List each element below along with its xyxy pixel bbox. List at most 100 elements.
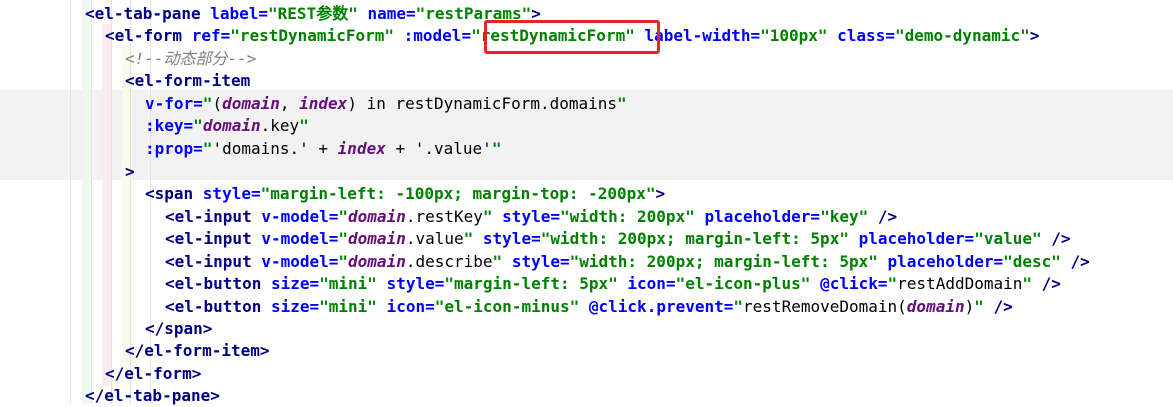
- code-token: ": [974, 297, 984, 316]
- code-token: ): [964, 297, 975, 316]
- code-token: :key=: [145, 116, 194, 135]
- code-token: (: [212, 94, 223, 113]
- code-token: style=: [482, 229, 541, 248]
- code-token: v-model=: [261, 229, 339, 248]
- code-token: index: [337, 139, 386, 158]
- code-token: "mini": [319, 297, 377, 316]
- code-token: "el-icon-plus": [675, 274, 811, 293]
- annotation-highlight-box: [484, 20, 660, 54]
- code-token: />: [1032, 274, 1061, 293]
- code-token: .value: [405, 229, 464, 248]
- code-token: .describe: [405, 252, 493, 271]
- code-token: domain: [906, 297, 965, 316]
- code-token: "width: 200px; margin-left: 5px": [569, 252, 878, 271]
- code-token: ": [338, 229, 349, 248]
- code-token: icon=: [386, 297, 435, 316]
- code-token: <el-input: [165, 252, 262, 271]
- code-token: v-model=: [261, 252, 339, 271]
- code-token: placeholder=: [858, 229, 975, 248]
- code-token: "desc": [1003, 252, 1061, 271]
- code-token: ": [338, 207, 349, 226]
- code-token: domain: [348, 229, 406, 248]
- code-token: size=: [270, 297, 320, 316]
- code-token: <el-button: [165, 297, 271, 316]
- code-token: restAddDomain: [897, 274, 1023, 293]
- code-token: <el-input: [165, 207, 262, 226]
- code-line-l16[interactable]: </el-form-item>: [125, 340, 270, 362]
- code-token: </el-tab-pane>: [85, 386, 220, 405]
- code-token: </span>: [145, 319, 213, 338]
- code-token: placeholder=: [704, 207, 821, 226]
- code-line-l05[interactable]: v-for="(domain, index) in restDynamicFor…: [145, 93, 627, 115]
- code-line-l15[interactable]: </span>: [145, 318, 212, 340]
- code-line-l17[interactable]: </el-form>: [105, 363, 201, 385]
- code-token: name=: [367, 4, 416, 23]
- code-editor[interactable]: <el-tab-pane label="REST参数" name="restPa…: [0, 0, 1173, 405]
- code-token: domain: [202, 116, 261, 135]
- code-token: />: [1060, 252, 1090, 271]
- code-token: :prop=: [145, 139, 203, 158]
- code-token: "width: 200px; margin-left: 5px": [540, 229, 849, 248]
- code-line-l11[interactable]: <el-input v-model="domain.value" style="…: [165, 228, 1071, 250]
- code-line-l10[interactable]: <el-input v-model="domain.restKey" style…: [165, 206, 897, 228]
- code-token: ": [617, 94, 627, 113]
- code-token: "margin-left: -100px; margin-top: -200px…: [260, 184, 656, 203]
- code-token: size=: [270, 274, 320, 293]
- code-token: >: [655, 184, 666, 203]
- code-token: ": [202, 139, 213, 158]
- code-token: "REST参数": [268, 4, 358, 23]
- code-token: </el-form>: [105, 364, 202, 383]
- code-line-l06[interactable]: :key="domain.key": [145, 115, 309, 137]
- code-token: v-model=: [261, 207, 339, 226]
- code-token: ": [492, 252, 503, 271]
- code-token: + '.value': [385, 139, 492, 158]
- code-line-l14[interactable]: <el-button size="mini" icon="el-icon-min…: [165, 296, 1013, 318]
- code-token: :model=: [403, 26, 472, 45]
- code-line-l03[interactable]: <!--动态部分-->: [125, 48, 256, 70]
- code-token: 'domains.' +: [212, 139, 338, 158]
- code-token: <el-tab-pane: [85, 4, 211, 23]
- code-token: </el-form-item>: [125, 341, 270, 360]
- code-token: ": [463, 229, 474, 248]
- code-line-l09[interactable]: <span style="margin-left: -100px; margin…: [145, 183, 665, 205]
- code-token: ": [299, 116, 309, 135]
- code-token: "width: 200px": [559, 207, 695, 226]
- code-token: />: [983, 297, 1013, 316]
- code-line-l01[interactable]: <el-tab-pane label="REST参数" name="restPa…: [85, 3, 541, 25]
- code-token: <el-input: [165, 229, 262, 248]
- code-token: ": [887, 274, 898, 293]
- code-token: domain: [222, 94, 280, 113]
- code-token: .key: [260, 116, 300, 135]
- code-token: ,: [279, 94, 300, 113]
- code-token: "demo-dynamic": [894, 26, 1030, 45]
- code-line-l12[interactable]: <el-input v-model="domain.describe" styl…: [165, 251, 1090, 273]
- code-token: ": [202, 94, 213, 113]
- code-line-l07[interactable]: :prop="'domains.' + index + '.value'": [145, 138, 501, 160]
- code-line-l08[interactable]: >: [125, 161, 135, 183]
- code-token: restRemoveDomain(: [743, 297, 907, 316]
- indent-guide: [70, 0, 71, 404]
- code-line-l04[interactable]: <el-form-item: [125, 70, 250, 92]
- code-token: domain: [348, 207, 406, 226]
- code-line-l13[interactable]: <el-button size="mini" style="margin-lef…: [165, 273, 1061, 295]
- code-token: @click.prevent=: [588, 297, 734, 316]
- code-token: ": [1022, 274, 1033, 293]
- code-token: style=: [202, 184, 261, 203]
- code-token: domain: [348, 252, 406, 271]
- code-token: "restDynamicForm": [230, 26, 394, 45]
- indent-guide: [111, 0, 112, 404]
- code-token: >: [1029, 26, 1040, 45]
- code-token: class=: [837, 26, 895, 45]
- code-token: />: [1041, 229, 1071, 248]
- code-token: index: [299, 94, 348, 113]
